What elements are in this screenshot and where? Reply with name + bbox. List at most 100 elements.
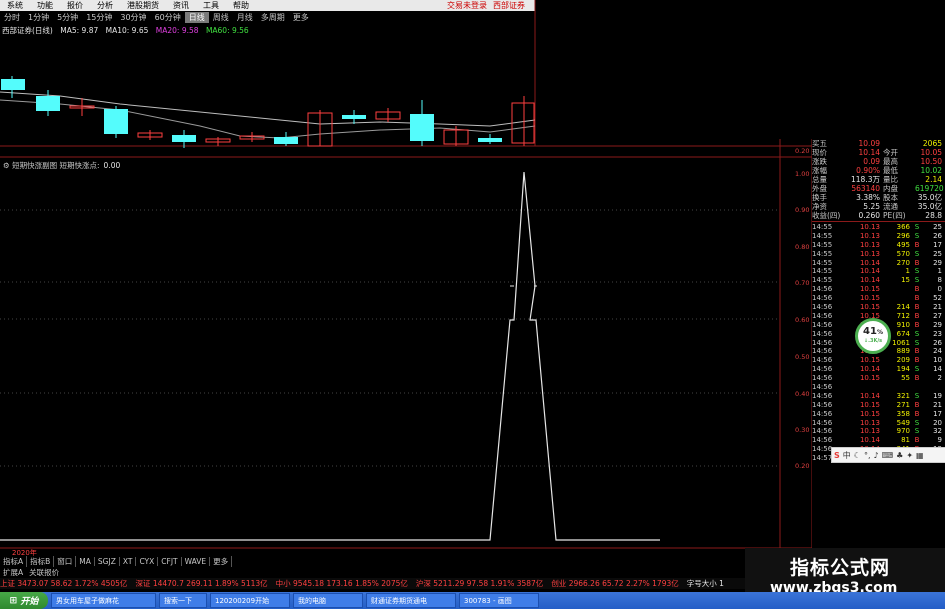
tab-extension-a[interactable]: 扩展A (0, 567, 26, 577)
tick-count: 10 (933, 356, 942, 365)
tick-count: 21 (933, 400, 942, 409)
tab-cyx[interactable]: CYX (136, 557, 159, 566)
tab-cfjt[interactable]: CFJT (158, 557, 182, 566)
settings-icon[interactable]: ⚙ (3, 161, 10, 170)
tick-volume (880, 294, 910, 303)
tick-volume: 712 (896, 311, 910, 320)
punctuation-icon[interactable]: °, (864, 451, 871, 460)
tab-ma[interactable]: MA (76, 557, 95, 566)
quote-panel: 买五 10.09 2065 现价 10.14 今开 10.05 涨跌 0.09 最高 10.50 涨幅… (812, 139, 945, 579)
tick-side: S (914, 391, 920, 400)
tick-count: 19 (933, 391, 942, 400)
tab-indicator-b[interactable]: 指标B (27, 556, 55, 567)
tick-count: 25 (933, 249, 942, 258)
taskbar-item[interactable]: 300783 - 画图 (459, 593, 539, 608)
quote-label: 收益(四) (812, 211, 841, 220)
tick-side: B (914, 240, 920, 249)
tick-time: 14:56 (812, 427, 833, 436)
quote-label: 买五 (812, 139, 827, 148)
grid-icon[interactable]: ▦ (916, 451, 924, 460)
candle (274, 132, 298, 146)
ime-mode[interactable]: 中 (843, 450, 851, 461)
keyboard-icon[interactable]: ⌨ (882, 451, 894, 460)
tools-icon[interactable]: ✦ (906, 451, 913, 460)
index-hs300[interactable]: 沪深 5211.29 97.58 1.91% 3587亿 (416, 578, 543, 589)
tick-row: 14:55 10.13 296 S 26 (812, 232, 945, 241)
taskbar-item[interactable]: 120200209开始 (210, 593, 290, 608)
quote-summary: 买五 10.09 2065 现价 10.14 今开 10.05 涨跌 0.09 最高 10.50 涨幅… (812, 139, 945, 220)
tick-price: 10.13 (859, 240, 880, 249)
shirt-icon[interactable]: ♣ (896, 451, 903, 460)
tick-price: 10.13 (859, 418, 880, 427)
tick-count: 32 (933, 427, 942, 436)
tick-volume: 296 (896, 231, 910, 240)
tab-indicator-a[interactable]: 指标A (0, 556, 28, 567)
microphone-icon[interactable]: ♪ (873, 451, 878, 460)
tick-count: 8 (937, 276, 942, 285)
tick-count: 26 (933, 231, 942, 240)
taskbar-item[interactable]: 财通证券期货通电 (366, 593, 456, 608)
badge-value: 41 (863, 325, 877, 337)
ime-toolbar[interactable]: S 中 ☾ °, ♪ ⌨ ♣ ✦ ▦ (831, 447, 945, 463)
tick-price: 10.14 (859, 276, 880, 285)
tick-price: 10.14 (859, 365, 880, 374)
tick-price: 10.13 (859, 231, 880, 240)
indicator-value: 0.00 (103, 161, 121, 170)
tab-sgjz[interactable]: SGJZ (95, 557, 120, 566)
quote-label: 股本 (883, 193, 898, 202)
moon-icon[interactable]: ☾ (854, 451, 861, 460)
tick-row: 14:55 10.13 366 S 25 (812, 223, 945, 232)
tick-price: 10.14 (859, 391, 880, 400)
tick-price: 10.15 (859, 294, 880, 303)
tick-row: 14:56 10.15 209 B 10 (812, 356, 945, 365)
tick-time: 14:56 (812, 436, 833, 445)
quote-value: 563140 (851, 184, 880, 193)
tick-side: S (914, 427, 920, 436)
taskbar-item[interactable]: 我的电脑 (293, 593, 363, 608)
tick-row: 14:55 10.14 270 B 29 (812, 259, 945, 268)
tab-xt[interactable]: XT (120, 557, 137, 566)
indicator-tabs: 指标A 指标B 窗口 MA SGJZ XT CYX CFJT WAVE 更多 (0, 556, 745, 567)
tick-volume: 271 (896, 400, 910, 409)
tab-related-quote[interactable]: 关联报价 (26, 567, 62, 577)
tick-row: 14:55 10.13 570 S 25 (812, 250, 945, 259)
taskbar-item[interactable]: 搜索一下 (159, 593, 207, 608)
windows-taskbar: ⊞ 开始 男女用车屋子做麻花 搜索一下 120200209开始 我的电脑 财通证… (0, 592, 945, 609)
candle (307, 110, 333, 147)
quote-value: 10.02 (920, 166, 942, 175)
quote-label: 今开 (883, 148, 898, 157)
tick-price: 10.14 (859, 436, 880, 445)
tick-time: 14:56 (812, 400, 833, 409)
badge-unit: % (876, 328, 883, 336)
taskbar-item[interactable]: 男女用车屋子做麻花 (51, 593, 156, 608)
start-button[interactable]: ⊞ 开始 (0, 592, 48, 609)
quote-label: 内盘 (883, 184, 898, 193)
tick-volume (880, 285, 910, 294)
tab-window[interactable]: 窗口 (54, 556, 77, 567)
tick-side: B (914, 320, 920, 329)
tick-count: 25 (933, 223, 942, 231)
candle (172, 130, 196, 148)
index-sme[interactable]: 中小 9545.18 173.16 1.85% 2075亿 (276, 578, 408, 589)
tick-side: B (914, 258, 920, 267)
kline-chart-area[interactable] (0, 0, 812, 556)
tick-price: 10.13 (859, 427, 880, 436)
quote-value: 3.38% (856, 193, 880, 202)
candle (104, 106, 128, 138)
candle (342, 110, 366, 124)
font-size-setting[interactable]: 字号大小 1 (687, 578, 724, 589)
index-gem[interactable]: 创业 2966.26 65.72 2.27% 1793亿 (551, 578, 678, 589)
quote-label: PE(四) (883, 211, 906, 220)
tick-volume: 209 (896, 356, 910, 365)
index-sh[interactable]: 上证 3473.07 58.62 1.72% 4505亿 (0, 578, 127, 589)
tick-row: 14:55 10.14 15 S 8 (812, 276, 945, 285)
tick-side: S (914, 223, 920, 231)
quote-label: 换手 (812, 193, 827, 202)
tab-wave[interactable]: WAVE (182, 557, 211, 566)
network-speed-badge[interactable]: 41% ↓.3K/s (855, 318, 891, 354)
tick-side: S (914, 365, 920, 374)
tick-volume: 358 (896, 409, 910, 418)
index-sz[interactable]: 深证 14470.7 269.11 1.89% 5113亿 (135, 578, 267, 589)
tick-volume: 55 (901, 374, 910, 383)
tab-more[interactable]: 更多 (210, 556, 233, 567)
